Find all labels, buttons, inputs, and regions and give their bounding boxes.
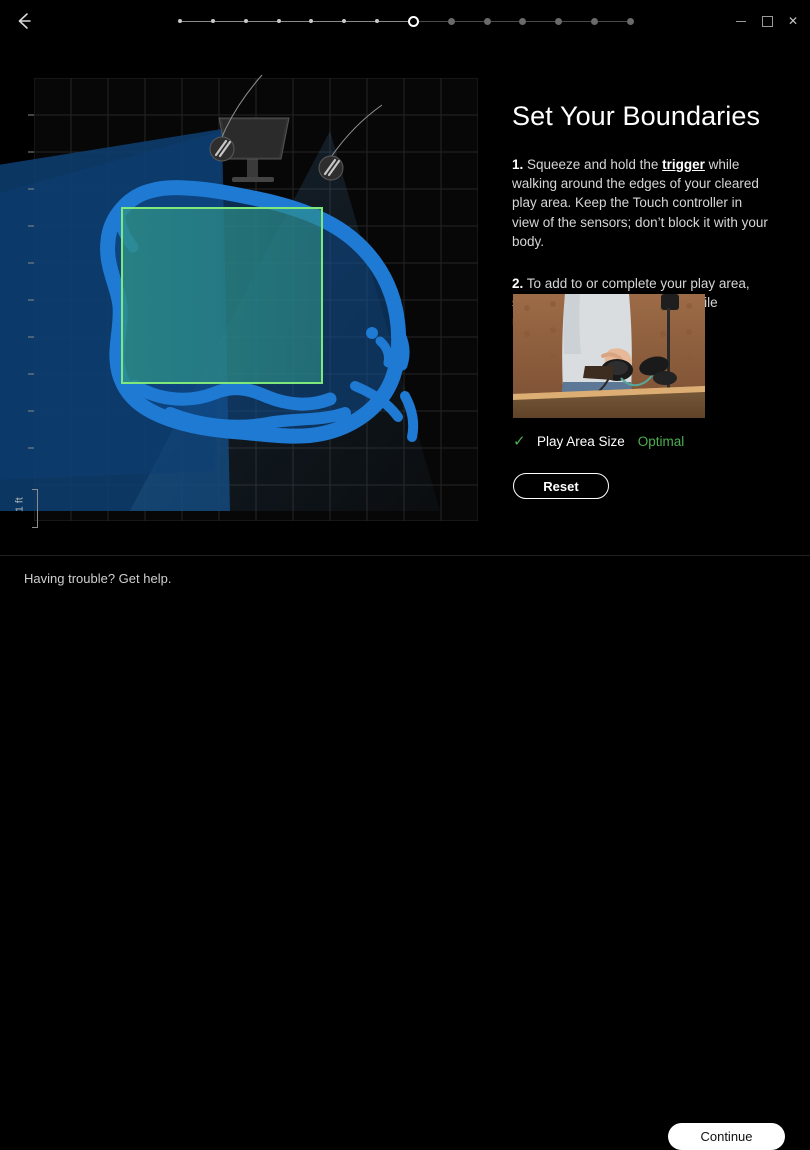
instruction-photo [513, 294, 705, 418]
progress-segment [280, 20, 310, 22]
progress-segment [379, 20, 408, 22]
step-1-text-before: Squeeze and hold the [523, 157, 663, 172]
page-title: Set Your Boundaries [512, 101, 761, 131]
progress-segment [598, 20, 627, 22]
instructions-panel: Set Your Boundaries 1. Squeeze and hold … [512, 41, 798, 555]
progress-dot-upcoming [555, 17, 563, 25]
progress-segment [247, 20, 277, 22]
window-controls: ✕ [728, 10, 806, 32]
progress-segment [454, 20, 484, 22]
scale-label: 1 ft [14, 497, 26, 512]
maximize-icon [761, 15, 773, 27]
scale-indicator: 1 ft [10, 489, 40, 537]
back-button[interactable] [8, 6, 40, 36]
progress-segment [526, 20, 556, 22]
title-bar: ✕ [0, 0, 810, 41]
instruction-step-1: 1. Squeeze and hold the trigger while wa… [512, 155, 768, 251]
minimize-button[interactable] [728, 10, 754, 32]
status-label: Play Area Size [537, 434, 625, 449]
play-area-rectangle[interactable] [121, 207, 323, 384]
play-area-visualization[interactable]: 1 ft [0, 41, 500, 555]
progress-segment [182, 20, 211, 22]
status-badge: Optimal [637, 434, 685, 449]
back-arrow-icon [13, 10, 35, 32]
progress-segment [313, 20, 343, 22]
scale-bracket [32, 489, 38, 528]
step-2-number: 2. [512, 276, 524, 292]
close-button[interactable]: ✕ [780, 10, 806, 32]
check-icon: ✓ [513, 433, 526, 450]
progress-segment [490, 20, 520, 22]
progress-segment [562, 20, 592, 22]
progress-dot-upcoming [519, 17, 527, 25]
maximize-button[interactable] [754, 10, 780, 32]
step-1-number: 1. [512, 157, 524, 172]
trigger-link[interactable]: trigger [662, 157, 705, 172]
play-area-status: ✓ Play Area Size Optimal [513, 434, 684, 449]
progress-segment [346, 20, 376, 22]
reset-button[interactable]: Reset [513, 473, 609, 499]
close-icon: ✕ [787, 14, 799, 28]
minimize-icon [736, 20, 746, 22]
progress-dot-upcoming [591, 17, 599, 25]
setup-progress-indicator [178, 12, 634, 30]
get-help-link[interactable]: Having trouble? Get help. [24, 571, 171, 586]
progress-dot-upcoming [483, 17, 491, 25]
progress-dot-upcoming [447, 17, 455, 25]
progress-dot-upcoming [626, 17, 634, 25]
play-area-canvas [0, 41, 500, 555]
continue-button[interactable]: Continue [668, 1123, 785, 1150]
footer-bar: Having trouble? Get help. Continue [0, 556, 810, 1150]
progress-segment [214, 20, 244, 22]
progress-dot-current [407, 15, 419, 27]
progress-segment [418, 20, 448, 22]
